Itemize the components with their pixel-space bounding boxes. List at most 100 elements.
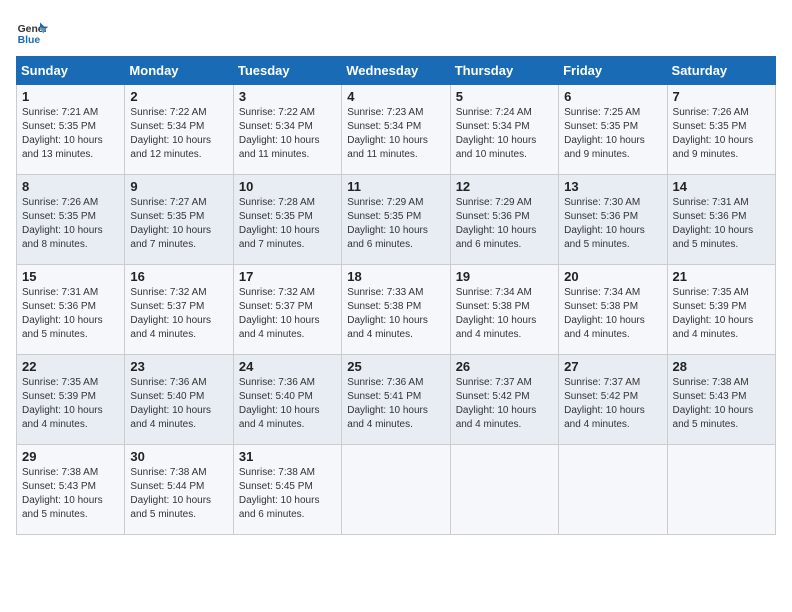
day-number: 29 (22, 449, 119, 464)
header-row: SundayMondayTuesdayWednesdayThursdayFrid… (17, 57, 776, 85)
day-cell-15: 15 Sunrise: 7:31 AMSunset: 5:36 PMDayligh… (17, 265, 125, 355)
day-cell-5: 5 Sunrise: 7:24 AMSunset: 5:34 PMDaylight… (450, 85, 558, 175)
day-cell-18: 18 Sunrise: 7:33 AMSunset: 5:38 PMDayligh… (342, 265, 450, 355)
day-number: 11 (347, 179, 444, 194)
day-number: 21 (673, 269, 770, 284)
day-number: 4 (347, 89, 444, 104)
cell-text: Sunrise: 7:22 AMSunset: 5:34 PMDaylight:… (130, 106, 227, 162)
cell-text: Sunrise: 7:22 AMSunset: 5:34 PMDaylight:… (239, 106, 336, 162)
day-cell-6: 6 Sunrise: 7:25 AMSunset: 5:35 PMDaylight… (559, 85, 667, 175)
svg-text:Blue: Blue (18, 35, 41, 46)
empty-cell (559, 445, 667, 535)
cell-text: Sunrise: 7:36 AMSunset: 5:40 PMDaylight:… (239, 376, 336, 432)
day-cell-27: 27 Sunrise: 7:37 AMSunset: 5:42 PMDayligh… (559, 355, 667, 445)
cell-text: Sunrise: 7:21 AMSunset: 5:35 PMDaylight:… (22, 106, 119, 162)
cell-text: Sunrise: 7:32 AMSunset: 5:37 PMDaylight:… (239, 286, 336, 342)
day-number: 31 (239, 449, 336, 464)
calendar-table: SundayMondayTuesdayWednesdayThursdayFrid… (16, 56, 776, 535)
cell-text: Sunrise: 7:29 AMSunset: 5:36 PMDaylight:… (456, 196, 553, 252)
day-number: 8 (22, 179, 119, 194)
column-header-sunday: Sunday (17, 57, 125, 85)
day-cell-16: 16Sunrise: 7:32 AMSunset: 5:37 PMDayligh… (125, 265, 233, 355)
column-header-tuesday: Tuesday (233, 57, 341, 85)
day-number: 25 (347, 359, 444, 374)
day-number: 28 (673, 359, 770, 374)
cell-text: Sunrise: 7:33 AMSunset: 5:38 PMDaylight:… (347, 286, 444, 342)
day-cell-7: 7Sunrise: 7:26 AMSunset: 5:35 PMDaylight… (667, 85, 775, 175)
day-number: 19 (456, 269, 553, 284)
cell-text: Sunrise: 7:26 AMSunset: 5:35 PMDaylight:… (22, 196, 119, 252)
day-cell-23: 23 Sunrise: 7:36 AMSunset: 5:40 PMDayligh… (125, 355, 233, 445)
cell-text: Sunrise: 7:25 AMSunset: 5:35 PMDaylight:… (564, 106, 661, 162)
column-header-wednesday: Wednesday (342, 57, 450, 85)
logo-icon: General Blue (16, 16, 48, 48)
week-row-5: 29 Sunrise: 7:38 AMSunset: 5:43 PMDayligh… (17, 445, 776, 535)
day-number: 22 (22, 359, 119, 374)
cell-text: Sunrise: 7:31 AMSunset: 5:36 PMDaylight:… (22, 286, 119, 342)
day-cell-24: 24 Sunrise: 7:36 AMSunset: 5:40 PMDayligh… (233, 355, 341, 445)
column-header-saturday: Saturday (667, 57, 775, 85)
day-number: 9 (130, 179, 227, 194)
day-cell-9: 9 Sunrise: 7:27 AMSunset: 5:35 PMDaylight… (125, 175, 233, 265)
column-header-friday: Friday (559, 57, 667, 85)
cell-text: Sunrise: 7:37 AMSunset: 5:42 PMDaylight:… (564, 376, 661, 432)
cell-text: Sunrise: 7:32 AMSunset: 5:37 PMDaylight:… (130, 286, 227, 342)
day-number: 27 (564, 359, 661, 374)
day-cell-25: 25 Sunrise: 7:36 AMSunset: 5:41 PMDayligh… (342, 355, 450, 445)
empty-cell (342, 445, 450, 535)
day-cell-30: 30 Sunrise: 7:38 AMSunset: 5:44 PMDayligh… (125, 445, 233, 535)
day-number: 1 (22, 89, 119, 104)
day-number: 3 (239, 89, 336, 104)
empty-cell (450, 445, 558, 535)
day-cell-28: 28Sunrise: 7:38 AMSunset: 5:43 PMDayligh… (667, 355, 775, 445)
cell-text: Sunrise: 7:31 AMSunset: 5:36 PMDaylight:… (673, 196, 770, 252)
cell-text: Sunrise: 7:34 AMSunset: 5:38 PMDaylight:… (456, 286, 553, 342)
day-cell-19: 19 Sunrise: 7:34 AMSunset: 5:38 PMDayligh… (450, 265, 558, 355)
day-cell-31: 31 Sunrise: 7:38 AMSunset: 5:45 PMDayligh… (233, 445, 341, 535)
day-cell-22: 22 Sunrise: 7:35 AMSunset: 5:39 PMDayligh… (17, 355, 125, 445)
cell-text: Sunrise: 7:38 AMSunset: 5:45 PMDaylight:… (239, 466, 336, 522)
day-number: 12 (456, 179, 553, 194)
day-number: 6 (564, 89, 661, 104)
week-row-2: 8 Sunrise: 7:26 AMSunset: 5:35 PMDaylight… (17, 175, 776, 265)
day-cell-29: 29 Sunrise: 7:38 AMSunset: 5:43 PMDayligh… (17, 445, 125, 535)
day-cell-10: 10 Sunrise: 7:28 AMSunset: 5:35 PMDayligh… (233, 175, 341, 265)
week-row-3: 15 Sunrise: 7:31 AMSunset: 5:36 PMDayligh… (17, 265, 776, 355)
cell-text: Sunrise: 7:27 AMSunset: 5:35 PMDaylight:… (130, 196, 227, 252)
cell-text: Sunrise: 7:35 AMSunset: 5:39 PMDaylight:… (22, 376, 119, 432)
day-number: 13 (564, 179, 661, 194)
day-cell-20: 20 Sunrise: 7:34 AMSunset: 5:38 PMDayligh… (559, 265, 667, 355)
week-row-4: 22 Sunrise: 7:35 AMSunset: 5:39 PMDayligh… (17, 355, 776, 445)
day-number: 5 (456, 89, 553, 104)
day-number: 18 (347, 269, 444, 284)
cell-text: Sunrise: 7:29 AMSunset: 5:35 PMDaylight:… (347, 196, 444, 252)
day-number: 23 (130, 359, 227, 374)
header: General Blue (16, 16, 776, 48)
cell-text: Sunrise: 7:23 AMSunset: 5:34 PMDaylight:… (347, 106, 444, 162)
column-header-thursday: Thursday (450, 57, 558, 85)
day-cell-2: 2Sunrise: 7:22 AMSunset: 5:34 PMDaylight… (125, 85, 233, 175)
day-cell-26: 26Sunrise: 7:37 AMSunset: 5:42 PMDayligh… (450, 355, 558, 445)
day-number: 24 (239, 359, 336, 374)
cell-text: Sunrise: 7:38 AMSunset: 5:43 PMDaylight:… (22, 466, 119, 522)
cell-text: Sunrise: 7:28 AMSunset: 5:35 PMDaylight:… (239, 196, 336, 252)
cell-text: Sunrise: 7:36 AMSunset: 5:41 PMDaylight:… (347, 376, 444, 432)
day-number: 7 (673, 89, 770, 104)
logo: General Blue (16, 16, 48, 48)
day-number: 30 (130, 449, 227, 464)
day-number: 20 (564, 269, 661, 284)
day-number: 10 (239, 179, 336, 194)
day-cell-14: 14Sunrise: 7:31 AMSunset: 5:36 PMDayligh… (667, 175, 775, 265)
cell-text: Sunrise: 7:37 AMSunset: 5:42 PMDaylight:… (456, 376, 553, 432)
day-cell-4: 4 Sunrise: 7:23 AMSunset: 5:34 PMDaylight… (342, 85, 450, 175)
cell-text: Sunrise: 7:30 AMSunset: 5:36 PMDaylight:… (564, 196, 661, 252)
cell-text: Sunrise: 7:38 AMSunset: 5:44 PMDaylight:… (130, 466, 227, 522)
day-number: 15 (22, 269, 119, 284)
cell-text: Sunrise: 7:24 AMSunset: 5:34 PMDaylight:… (456, 106, 553, 162)
day-cell-11: 11 Sunrise: 7:29 AMSunset: 5:35 PMDayligh… (342, 175, 450, 265)
day-cell-8: 8 Sunrise: 7:26 AMSunset: 5:35 PMDaylight… (17, 175, 125, 265)
cell-text: Sunrise: 7:36 AMSunset: 5:40 PMDaylight:… (130, 376, 227, 432)
column-header-monday: Monday (125, 57, 233, 85)
day-cell-12: 12 Sunrise: 7:29 AMSunset: 5:36 PMDayligh… (450, 175, 558, 265)
cell-text: Sunrise: 7:34 AMSunset: 5:38 PMDaylight:… (564, 286, 661, 342)
